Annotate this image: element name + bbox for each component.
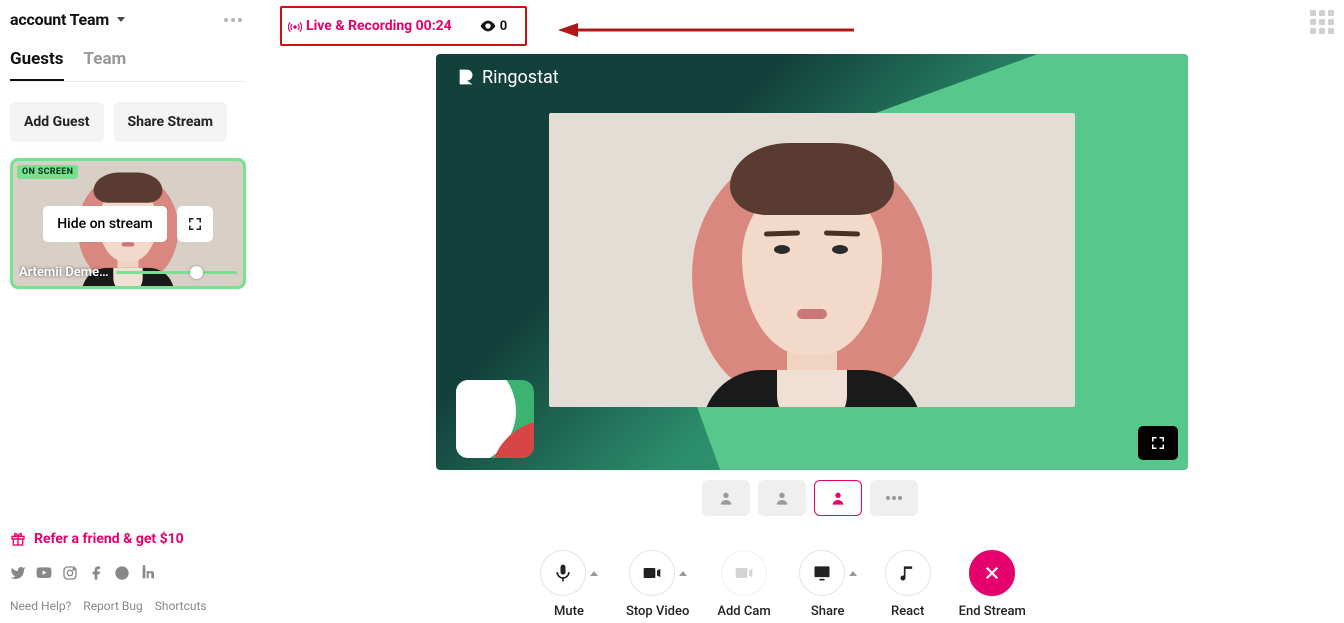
stop-video-label: Stop Video bbox=[626, 604, 689, 619]
shortcuts-link[interactable]: Shortcuts bbox=[155, 599, 207, 613]
stop-video-button[interactable] bbox=[629, 550, 675, 596]
twitter-icon bbox=[10, 565, 26, 581]
instagram-icon bbox=[62, 565, 78, 581]
tab-team[interactable]: Team bbox=[84, 43, 127, 81]
viewer-count-pill[interactable]: 0 bbox=[468, 17, 519, 36]
brand-text: Ringostat bbox=[482, 67, 559, 88]
facebook-icon bbox=[88, 565, 104, 581]
mute-options-caret[interactable] bbox=[590, 571, 598, 576]
layout-option-1[interactable] bbox=[702, 480, 750, 516]
reddit-link[interactable] bbox=[114, 565, 130, 581]
brand-logo: Ringostat bbox=[456, 66, 559, 88]
reddit-icon bbox=[114, 565, 130, 581]
report-bug-link[interactable]: Report Bug bbox=[83, 599, 142, 613]
viewer-count: 0 bbox=[500, 19, 507, 34]
microphone-icon bbox=[553, 563, 573, 583]
sidebar-footer-links: Need Help? Report Bug Shortcuts bbox=[10, 599, 246, 613]
control-add-cam: Add Cam bbox=[717, 550, 770, 619]
live-recording-indicator: Live & Recording 00:24 bbox=[288, 18, 452, 34]
recording-status-box: Live & Recording 00:24 0 bbox=[280, 6, 527, 46]
refer-friend-text: Refer a friend & get $10 bbox=[34, 531, 184, 547]
person-icon bbox=[830, 490, 846, 506]
share-label: Share bbox=[811, 604, 845, 619]
hide-on-stream-button[interactable]: Hide on stream bbox=[43, 206, 167, 242]
layout-option-2[interactable] bbox=[758, 480, 806, 516]
add-camera-icon bbox=[734, 563, 754, 583]
end-stream-button[interactable] bbox=[969, 550, 1015, 596]
main-stage: Ringostat bbox=[436, 54, 1188, 470]
gift-icon bbox=[10, 531, 26, 547]
need-help-link[interactable]: Need Help? bbox=[10, 599, 71, 613]
layout-selector bbox=[702, 480, 918, 516]
sidebar: account Team Guests Team Add Guest Share… bbox=[0, 0, 256, 623]
guest-volume-slider[interactable] bbox=[116, 271, 237, 274]
react-label: React bbox=[891, 604, 924, 619]
control-end-stream: End Stream bbox=[959, 550, 1026, 619]
control-share: Share bbox=[799, 550, 857, 619]
mute-button[interactable] bbox=[540, 550, 586, 596]
instagram-link[interactable] bbox=[62, 565, 78, 581]
linkedin-icon bbox=[140, 565, 156, 581]
layout-more-button[interactable] bbox=[870, 480, 918, 516]
share-button[interactable] bbox=[799, 550, 845, 596]
control-react: React bbox=[885, 550, 931, 619]
apps-grid-button[interactable] bbox=[1310, 10, 1334, 34]
caret-down-icon bbox=[117, 17, 125, 22]
eye-icon bbox=[480, 20, 496, 32]
guest-card[interactable]: ON SCREEN Hide on stream Artemii Deme… bbox=[10, 158, 246, 289]
screen-share-icon bbox=[812, 563, 832, 583]
add-cam-button[interactable] bbox=[721, 550, 767, 596]
person-icon bbox=[774, 490, 790, 506]
layout-option-3[interactable] bbox=[814, 480, 862, 516]
mute-label: Mute bbox=[554, 604, 584, 619]
linkedin-link[interactable] bbox=[140, 565, 156, 581]
account-dropdown[interactable]: account Team bbox=[10, 10, 125, 29]
volume-handle[interactable] bbox=[190, 266, 203, 279]
add-cam-label: Add Cam bbox=[717, 604, 770, 619]
control-stop-video: Stop Video bbox=[626, 550, 689, 619]
social-links bbox=[10, 565, 246, 581]
sidebar-more-button[interactable] bbox=[220, 14, 246, 26]
music-note-icon bbox=[898, 563, 918, 583]
brand-mark-icon bbox=[456, 66, 478, 88]
video-camera-icon bbox=[642, 563, 662, 583]
youtube-link[interactable] bbox=[36, 565, 52, 581]
facebook-link[interactable] bbox=[88, 565, 104, 581]
fullscreen-button[interactable] bbox=[1138, 426, 1178, 460]
person-icon bbox=[718, 490, 734, 506]
account-label: account Team bbox=[10, 10, 109, 29]
live-recording-text: Live & Recording 00:24 bbox=[306, 18, 452, 34]
sidebar-header: account Team bbox=[10, 10, 246, 29]
tab-guests[interactable]: Guests bbox=[10, 43, 64, 81]
twitter-link[interactable] bbox=[10, 565, 26, 581]
share-options-caret[interactable] bbox=[849, 571, 857, 576]
end-stream-label: End Stream bbox=[959, 604, 1026, 619]
expand-guest-button[interactable] bbox=[177, 206, 213, 242]
annotation-arrow bbox=[558, 22, 858, 38]
broadcast-icon bbox=[288, 20, 300, 32]
expand-icon bbox=[186, 215, 204, 233]
control-dock: Mute Stop Video Add Cam Share bbox=[540, 550, 1026, 619]
guest-name: Artemii Deme… bbox=[19, 265, 108, 280]
main-video-feed bbox=[549, 113, 1075, 407]
brand-square-logo bbox=[456, 380, 534, 458]
sidebar-action-row: Add Guest Share Stream bbox=[10, 102, 246, 142]
guest-name-row: Artemii Deme… bbox=[19, 265, 237, 280]
refer-friend-link[interactable]: Refer a friend & get $10 bbox=[10, 531, 246, 547]
video-options-caret[interactable] bbox=[679, 571, 687, 576]
add-guest-button[interactable]: Add Guest bbox=[10, 102, 104, 142]
react-button[interactable] bbox=[885, 550, 931, 596]
close-icon bbox=[983, 564, 1001, 582]
share-stream-button[interactable]: Share Stream bbox=[114, 102, 228, 142]
youtube-icon bbox=[36, 565, 52, 581]
sidebar-tabs: Guests Team bbox=[10, 43, 246, 82]
fullscreen-icon bbox=[1149, 434, 1167, 452]
control-mute: Mute bbox=[540, 550, 598, 619]
